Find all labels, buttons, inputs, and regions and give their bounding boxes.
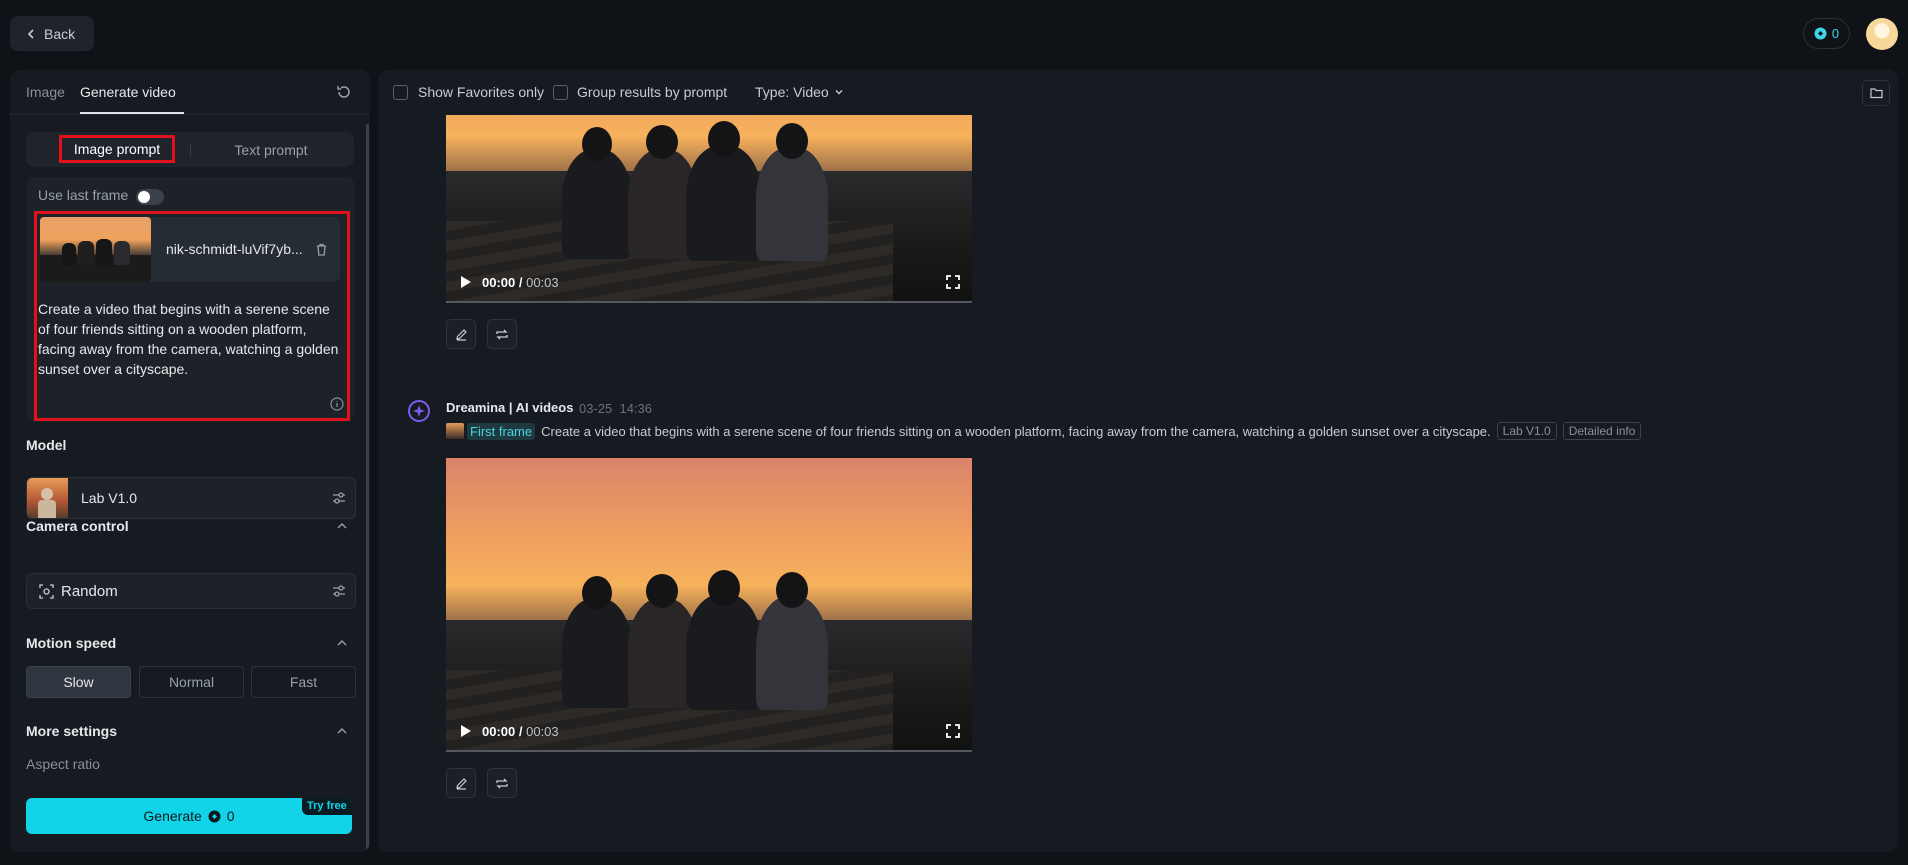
pencil-icon [455, 328, 467, 341]
folder-button[interactable] [1862, 80, 1890, 106]
back-button[interactable]: Back [10, 16, 94, 51]
result-prompt-text: Create a video that begins with a serene… [541, 423, 1491, 439]
model-title: Model [26, 437, 67, 453]
pencil-icon [455, 777, 467, 790]
regenerate-button[interactable] [487, 319, 517, 349]
type-dropdown-label: Type: Video [755, 84, 829, 100]
folder-icon [1869, 88, 1883, 99]
camera-control-selector[interactable]: Random [26, 573, 356, 609]
speed-fast-button[interactable]: Fast [251, 666, 356, 698]
user-avatar[interactable] [1866, 18, 1898, 50]
video-controls: 00:00 / 00:03 [446, 263, 972, 303]
camera-control-value: Random [61, 583, 118, 600]
speed-normal-button[interactable]: Normal [139, 666, 244, 698]
video-progress-bar[interactable] [446, 750, 972, 752]
top-bar: Back 0 [0, 0, 1908, 66]
results-panel: Show Favorites only Group results by pro… [378, 70, 1898, 852]
credits-count: 0 [1831, 26, 1840, 41]
left-panel: Image Generate video Image prompt Text p… [10, 70, 370, 852]
video-duration: 00:03 [526, 275, 559, 290]
detailed-info-tag[interactable]: Detailed info [1562, 422, 1642, 440]
active-tab-indicator [80, 112, 184, 114]
file-name: nik-schmidt-luVif7yb... [166, 241, 303, 257]
tab-image[interactable]: Image [26, 84, 65, 100]
video-player[interactable]: 00:00 / 00:03 [446, 458, 972, 752]
motion-speed-title: Motion speed [26, 635, 117, 651]
text-prompt-button[interactable]: Text prompt [196, 132, 346, 167]
play-icon[interactable] [460, 724, 472, 738]
result-time: 14:36 [619, 401, 653, 416]
prompt-textarea[interactable]: Create a video that begins with a serene… [38, 299, 343, 379]
edit-button[interactable] [446, 319, 476, 349]
credit-coin-icon [208, 810, 221, 822]
generate-cost: 0 [226, 808, 235, 824]
camera-focus-icon [39, 584, 54, 599]
chevron-left-icon [27, 28, 34, 39]
dreamina-logo-icon [408, 400, 430, 422]
video-time: 00:00 / 00:03 [482, 724, 559, 739]
back-label: Back [44, 25, 76, 42]
uploaded-image-row[interactable]: nik-schmidt-luVif7yb... [40, 217, 340, 282]
divider [190, 143, 191, 157]
model-selector[interactable]: Lab V1.0 [26, 477, 356, 519]
video-time: 00:00 / 00:03 [482, 275, 559, 290]
info-icon[interactable] [330, 397, 344, 411]
speed-slow-button[interactable]: Slow [26, 666, 131, 698]
group-results-checkbox[interactable] [553, 85, 568, 100]
first-frame-chip[interactable]: First frame [446, 422, 536, 440]
camera-control-title: Camera control [26, 518, 129, 534]
prompt-mode-switch: Image prompt Text prompt [26, 132, 354, 167]
image-prompt-card: Use last frame nik-schmidt-luVif7yb... C… [26, 177, 354, 422]
aspect-ratio-label: Aspect ratio [26, 756, 100, 772]
regenerate-button[interactable] [487, 768, 517, 798]
video-frame [446, 458, 972, 752]
filter-bar: Show Favorites only Group results by pro… [378, 70, 1898, 115]
video-duration: 00:03 [526, 724, 559, 739]
video-player[interactable]: 00:00 / 00:03 [446, 115, 972, 303]
image-prompt-button[interactable]: Image prompt [59, 135, 175, 163]
repeat-icon [496, 778, 508, 788]
credit-coin-icon [1814, 27, 1827, 40]
show-favorites-label: Show Favorites only [418, 84, 545, 100]
credits-badge[interactable]: 0 [1803, 18, 1850, 49]
fullscreen-icon[interactable] [946, 724, 960, 738]
first-frame-thumbnail [446, 423, 464, 439]
play-icon[interactable] [460, 275, 472, 289]
reset-icon[interactable] [336, 84, 352, 100]
mode-tabs: Image Generate video [10, 70, 370, 115]
use-last-frame-toggle[interactable] [136, 189, 164, 205]
sliders-icon[interactable] [331, 490, 347, 506]
generate-label: Generate [143, 808, 202, 824]
use-last-frame-label: Use last frame [38, 187, 129, 203]
chevron-up-icon[interactable] [336, 637, 348, 649]
sliders-icon[interactable] [331, 583, 347, 599]
model-thumbnail [27, 478, 68, 518]
more-settings-title: More settings [26, 723, 118, 739]
chevron-down-icon [835, 90, 843, 95]
model-name: Lab V1.0 [81, 490, 138, 506]
group-results-label: Group results by prompt [577, 84, 728, 100]
fullscreen-icon[interactable] [946, 275, 960, 289]
video-progress-bar[interactable] [446, 301, 972, 303]
edit-button[interactable] [446, 768, 476, 798]
model-tag: Lab V1.0 [1496, 422, 1557, 440]
repeat-icon [496, 329, 508, 339]
result-date: 03-25 [579, 401, 613, 416]
video-controls: 00:00 / 00:03 [446, 712, 972, 752]
scrollbar[interactable] [366, 124, 369, 850]
video-current-time: 00:00 [482, 275, 516, 290]
trash-icon[interactable] [314, 242, 329, 257]
type-dropdown[interactable]: Type: Video [755, 84, 844, 100]
tab-generate-video[interactable]: Generate video [80, 84, 176, 100]
chevron-up-icon[interactable] [336, 520, 348, 532]
first-frame-label: First frame [467, 422, 536, 440]
result-author: Dreamina | AI videos [446, 400, 574, 415]
show-favorites-checkbox[interactable] [393, 85, 408, 100]
chevron-up-icon[interactable] [336, 725, 348, 737]
try-free-badge: Try free [302, 798, 352, 815]
video-current-time: 00:00 [482, 724, 516, 739]
uploaded-image-thumbnail[interactable] [40, 217, 151, 282]
result-prompt-line: First frame Create a video that begins w… [446, 421, 1642, 441]
result-timestamp: 03-25 14:36 [579, 401, 652, 416]
